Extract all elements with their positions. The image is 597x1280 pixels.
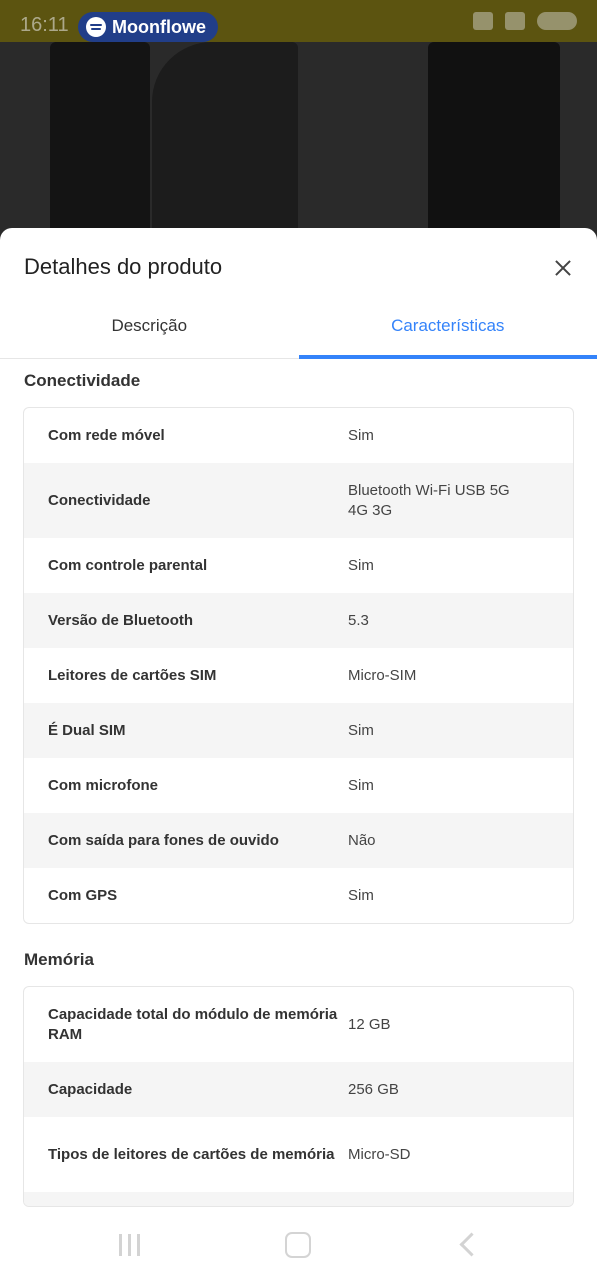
spec-key: Com microfone bbox=[48, 776, 159, 794]
spec-row: Capacidade total do módulo de memória RA… bbox=[24, 987, 573, 1062]
spec-row: Conectividade Bluetooth Wi-Fi USB 5G 4G … bbox=[24, 463, 573, 538]
spec-row: Com controle parental Sim bbox=[24, 538, 573, 593]
spec-table-conectividade: Com rede móvel Sim Conectividade Bluetoo… bbox=[23, 407, 574, 924]
spec-key: Capacidade bbox=[48, 1080, 133, 1098]
status-icons bbox=[473, 12, 577, 30]
spec-row: Leitores de cartões SIM Micro-SIM bbox=[24, 648, 573, 703]
system-nav-bar bbox=[0, 1210, 597, 1280]
spec-value: 256 GB bbox=[348, 1080, 399, 1098]
spec-value: Sim bbox=[348, 556, 374, 574]
spec-value: Sim bbox=[348, 721, 374, 739]
tab-bar: Descrição Características bbox=[0, 306, 597, 359]
sheet-title: Detalhes do produto bbox=[24, 254, 223, 279]
spec-value: Bluetooth Wi-Fi USB 5G 4G 3G bbox=[348, 481, 510, 519]
spec-value: Sim bbox=[348, 886, 374, 904]
home-icon[interactable] bbox=[283, 1230, 313, 1260]
spotify-now-playing-pill[interactable]: Moonflowe bbox=[78, 12, 218, 42]
spotify-track-label: Moonflowe bbox=[112, 16, 206, 37]
section-title: Memória bbox=[24, 950, 94, 969]
spec-key: Com saída para fones de ouvido bbox=[48, 831, 279, 849]
tab-caracteristicas[interactable]: Características bbox=[298, 306, 597, 359]
spec-row: É Dual SIM Sim bbox=[24, 703, 573, 758]
spec-key: É Dual SIM bbox=[48, 721, 126, 739]
status-time: 16:11 bbox=[20, 14, 69, 36]
signal-icon bbox=[473, 12, 493, 30]
spec-key: Versão de Bluetooth bbox=[48, 611, 194, 629]
spec-key: Com GPS bbox=[48, 886, 118, 904]
spec-key: Conectividade bbox=[48, 491, 151, 509]
spec-row: Com saída para fones de ouvido Não bbox=[24, 813, 573, 868]
spec-row: Com GPS Sim bbox=[24, 868, 573, 923]
spec-row: Tipos de leitores de cartões de memória … bbox=[24, 1117, 573, 1192]
spec-table-memoria: Capacidade total do módulo de memória RA… bbox=[23, 986, 574, 1207]
specs-content: Conectividade Com rede móvel Sim Conecti… bbox=[0, 371, 597, 1207]
spec-key: Com rede móvel bbox=[48, 426, 165, 444]
spec-key: Leitores de cartões SIM bbox=[48, 666, 217, 684]
spec-key: Com controle parental bbox=[48, 556, 208, 574]
spec-row: Com rede móvel Sim bbox=[24, 408, 573, 463]
spec-value: Micro-SD bbox=[348, 1145, 411, 1163]
spec-value: Não bbox=[348, 831, 376, 849]
spec-value: Micro-SIM bbox=[348, 666, 417, 684]
spec-key: Tipos de leitores de cartões de memória bbox=[48, 1145, 335, 1163]
spec-row: Capacidade 256 GB bbox=[24, 1062, 573, 1117]
product-details-sheet: Detalhes do produto Descrição Caracterís… bbox=[0, 228, 597, 1280]
spec-value: 5.3 bbox=[348, 611, 369, 629]
wifi-icon bbox=[505, 12, 525, 30]
sheet-header: Detalhes do produto bbox=[0, 228, 597, 306]
spec-row: Com microfone Sim bbox=[24, 758, 573, 813]
spec-value: 12 GB bbox=[348, 1015, 391, 1033]
spec-row: Versão de Bluetooth 5.3 bbox=[24, 593, 573, 648]
product-image-backdrop: 16:11 Moonflowe bbox=[0, 0, 597, 260]
spec-row-partial bbox=[24, 1192, 573, 1206]
spec-value: Sim bbox=[348, 426, 374, 444]
spec-value: Sim bbox=[348, 776, 374, 794]
spotify-icon bbox=[86, 17, 106, 37]
tab-descricao[interactable]: Descrição bbox=[0, 306, 299, 358]
battery-icon bbox=[537, 12, 577, 30]
recents-icon[interactable] bbox=[115, 1230, 145, 1260]
close-icon[interactable] bbox=[551, 256, 575, 280]
section-title: Conectividade bbox=[24, 371, 141, 390]
back-icon[interactable] bbox=[455, 1230, 485, 1260]
spec-key: Capacidade total do módulo de memória RA… bbox=[48, 1005, 338, 1043]
